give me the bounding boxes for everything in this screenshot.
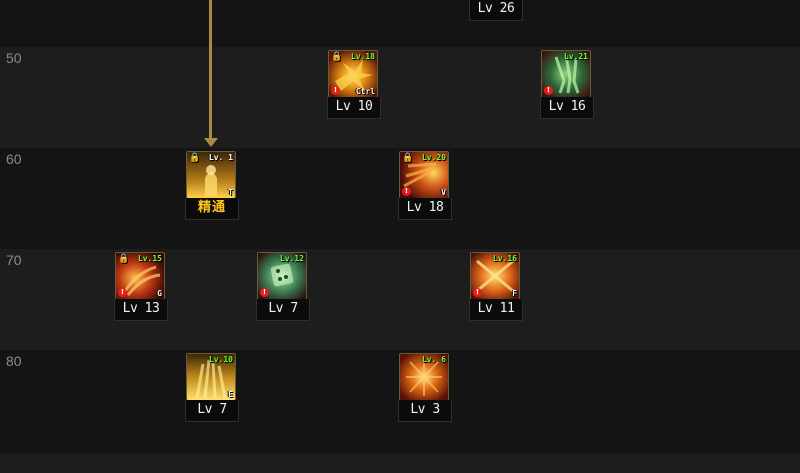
- skill-slot[interactable]: Lv.12 ! Lv 7: [256, 252, 310, 322]
- skill-slot[interactable]: Lv.21 ! Lv 16: [540, 50, 594, 120]
- lock-icon: 🔒: [189, 153, 201, 163]
- row-level-label: 50: [6, 50, 22, 66]
- row-band-50: [0, 47, 800, 148]
- skill-slot[interactable]: 🔒 Lv.20 ! V Lv 18: [398, 151, 452, 221]
- golden-explosion-icon: 🔒 Lv.18 ! Ctrl: [328, 50, 378, 98]
- skill-tag-level: Lv.18: [350, 52, 375, 61]
- skill-level-caption: Lv 7: [256, 299, 310, 321]
- green-dice-icon: Lv.12 !: [257, 252, 307, 300]
- skill-tag-level: Lv.10: [208, 355, 233, 364]
- skill-hotkey: F: [512, 289, 517, 298]
- lock-icon: 🔒: [118, 254, 130, 264]
- skill-level-caption: Lv 16: [540, 97, 594, 119]
- skill-slot[interactable]: Lv. 6 Lv 3: [398, 353, 452, 423]
- skill-slot[interactable]: 🔒 Lv.18 ! Ctrl Lv 10: [327, 50, 381, 120]
- skill-tag-level: Lv. 6: [421, 355, 446, 364]
- warning-icon: !: [118, 288, 127, 297]
- connector-arrow-icon: [204, 138, 218, 147]
- skill-level-caption: Lv 11: [469, 299, 523, 321]
- skill-hotkey: G: [157, 289, 162, 298]
- skill-hotkey: T: [228, 188, 233, 197]
- warning-icon: !: [402, 187, 411, 196]
- row-level-label: 70: [6, 252, 22, 268]
- skill-tag-level: Lv.21: [563, 52, 588, 61]
- skill-slot[interactable]: Lv 26: [469, 0, 523, 22]
- warning-icon: !: [260, 288, 269, 297]
- orange-cross-slash-icon: Lv.16 ! F: [470, 252, 520, 300]
- lock-icon: 🔒: [402, 153, 414, 163]
- row-band-bottom: [0, 453, 800, 473]
- skill-level-caption: Lv 26: [469, 0, 523, 21]
- warning-icon: !: [331, 86, 340, 95]
- golden-figure-icon: 🔒 Lv. 1 T: [186, 151, 236, 199]
- radiant-flame-icon: Lv. 6: [399, 353, 449, 401]
- skill-hotkey: Ctrl: [355, 87, 375, 96]
- skill-slot[interactable]: 🔒 Lv. 1 T 精通: [185, 151, 239, 221]
- skill-tag-level: Lv.15: [137, 254, 162, 263]
- skill-level-caption: Lv 3: [398, 400, 452, 422]
- fire-burst-icon: 🔒 Lv.20 ! V: [399, 151, 449, 199]
- row-level-label: 60: [6, 151, 22, 167]
- skill-connector-line: [209, 0, 212, 140]
- fire-claw-icon: 🔒 Lv.15 ! G: [115, 252, 165, 300]
- row-level-label: 80: [6, 353, 22, 369]
- warning-icon: !: [544, 86, 553, 95]
- skill-slot[interactable]: Lv.10 E Lv 7: [185, 353, 239, 423]
- skill-tag-level: Lv.16: [492, 254, 517, 263]
- skill-hotkey: V: [441, 188, 446, 197]
- row-band-top: [0, 0, 800, 47]
- skill-level-caption: Lv 13: [114, 299, 168, 321]
- skill-slot[interactable]: 🔒 Lv.15 ! G Lv 13: [114, 252, 168, 322]
- lock-icon: 🔒: [331, 52, 343, 62]
- skill-tag-level: Lv.20: [421, 153, 446, 162]
- skill-level-caption: Lv 10: [327, 97, 381, 119]
- skill-tag-level: Lv. 1: [208, 153, 233, 162]
- warning-icon: !: [473, 288, 482, 297]
- skill-mastery-caption: 精通: [185, 198, 239, 220]
- green-claw-icon: Lv.21 !: [541, 50, 591, 98]
- skill-tag-level: Lv.12: [279, 254, 304, 263]
- skill-hotkey: E: [228, 390, 233, 399]
- golden-pillar-icon: Lv.10 E: [186, 353, 236, 401]
- skill-level-caption: Lv 7: [185, 400, 239, 422]
- skill-slot[interactable]: Lv.16 ! F Lv 11: [469, 252, 523, 322]
- skill-level-caption: Lv 18: [398, 198, 452, 220]
